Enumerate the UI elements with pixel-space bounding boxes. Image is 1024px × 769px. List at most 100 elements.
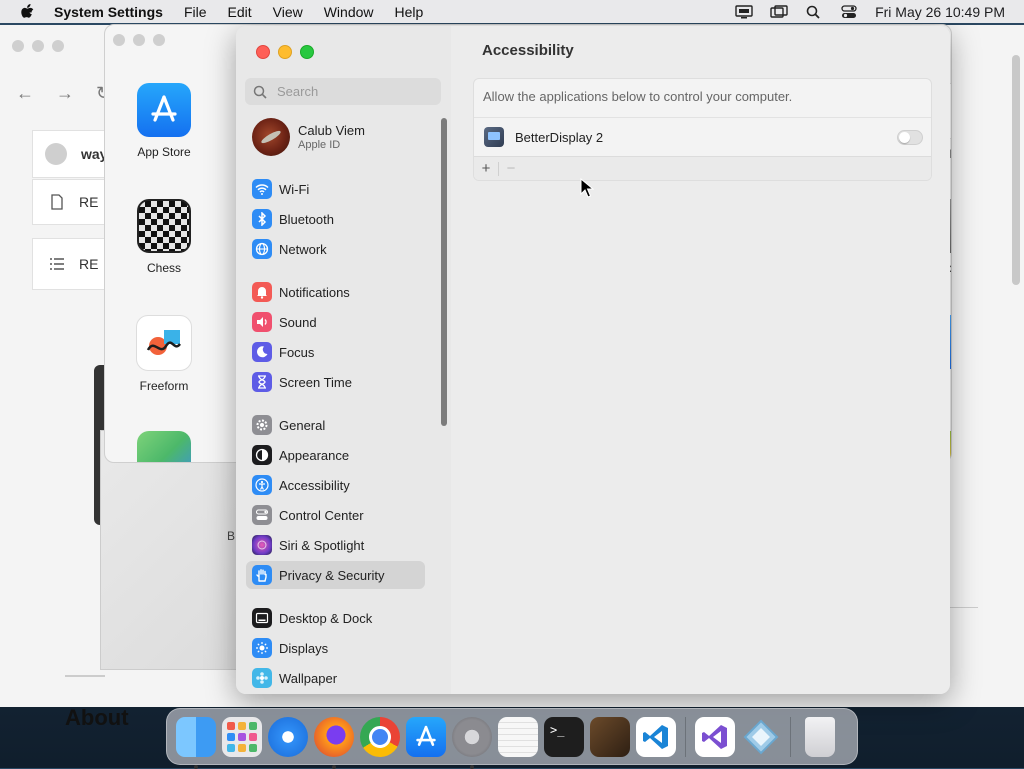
sidebar-item-control-center[interactable]: Control Center [246,501,425,529]
system-settings-window: Calub Viem Apple ID Wi-Fi Bluetooth Netw… [236,26,950,694]
wallpaper-icon [252,668,272,688]
freeform-label: Freeform [139,379,189,393]
sidebar-item-label: Displays [279,640,329,656]
page-title: Accessibility [482,42,574,59]
sidebar-scrollbar[interactable] [441,118,447,426]
maps-tile[interactable] [109,431,219,462]
sidebar-item-screen-time[interactable]: Screen Time [246,368,425,396]
window-controls [256,45,314,59]
focus-moon-icon [252,342,272,362]
sidebar-item-network[interactable]: Network [246,235,425,263]
sidebar-search[interactable] [245,78,441,105]
sidebar-item-desktop-dock[interactable]: Desktop & Dock [246,604,425,632]
screen-time-hourglass-icon [252,372,272,392]
menu-view[interactable]: View [273,4,303,20]
sidebar-item-label: Privacy & Security [279,567,385,583]
panel-description: Allow the applications below to control … [483,89,793,104]
sidebar-item-general[interactable]: General [246,411,425,439]
betterdisplay-app-icon [484,127,504,147]
chess-label: Chess [146,261,181,275]
visual-studio-icon[interactable] [695,716,735,757]
app-store-label: App Store [137,145,191,159]
chrome-icon[interactable] [360,716,400,757]
close-dot-icon[interactable] [12,40,24,52]
chess-icon [137,199,191,253]
app-name: BetterDisplay 2 [515,129,604,145]
sidebar-item-focus[interactable]: Focus [246,338,425,366]
sidebar-item-siri-spotlight[interactable]: Siri & Spotlight [246,531,425,559]
sidebar-item-label: Desktop & Dock [279,610,373,626]
menu-clock[interactable]: Fri May 26 10:49 PM [875,4,1005,20]
sidebar-item-wifi[interactable]: Wi-Fi [246,175,425,203]
garageband-icon[interactable] [590,716,630,757]
vscode-icon[interactable] [636,716,676,757]
dialog-partial-label: B [227,529,236,543]
sidebar-item-accessibility[interactable]: Accessibility [246,471,425,499]
safari-icon[interactable] [268,716,308,757]
back-arrow-icon[interactable]: ← [16,83,34,104]
finder-icon[interactable] [176,716,216,769]
sidebar-item-displays[interactable]: Displays [246,634,425,662]
forward-arrow-icon[interactable]: → [56,83,74,104]
sidebar-item-label: Wallpaper [279,670,338,686]
background-dialog: B [100,430,242,670]
sidebar-item-label: Sound [279,314,317,330]
app-store-tile[interactable]: App Store [109,83,219,159]
minimize-dot-icon[interactable] [133,34,145,46]
close-dot-icon[interactable] [113,34,125,46]
control-center-icon[interactable] [840,4,858,19]
textedit-icon[interactable] [498,716,538,757]
terminal-icon[interactable]: >_ [544,716,584,757]
sidebar-item-appearance[interactable]: Appearance [246,441,425,469]
screen-mirroring-icon[interactable] [770,4,788,19]
launchpad-icon[interactable] [222,716,262,757]
avatar [252,118,290,156]
app-store-icon[interactable] [406,716,446,757]
trash-icon[interactable] [805,716,835,757]
remove-app-button[interactable]: − [499,160,523,177]
app-permission-toggle[interactable] [897,130,923,145]
sidebar-item-wallpaper[interactable]: Wallpaper [246,664,425,692]
sidebar-item-privacy-security[interactable]: Privacy & Security [246,561,425,589]
search-input[interactable] [275,83,429,100]
system-settings-icon[interactable] [452,716,492,769]
spotlight-search-icon[interactable] [805,5,823,19]
settings-sidebar: Calub Viem Apple ID Wi-Fi Bluetooth Netw… [236,26,452,694]
document-icon [51,194,63,210]
sidebar-item-label: Accessibility [279,477,350,493]
menu-file[interactable]: File [184,4,207,20]
sidebar-item-label: Wi-Fi [279,181,310,197]
display-icon[interactable] [735,4,753,19]
sidebar-item-label: Screen Time [279,374,352,390]
list-footer: + − [474,157,931,180]
close-button-icon[interactable] [256,45,270,59]
menu-edit[interactable]: Edit [228,4,252,20]
add-app-button[interactable]: + [474,160,498,177]
privacy-hand-icon [252,565,272,585]
apple-logo-icon[interactable] [20,3,34,20]
zoom-dot-icon[interactable] [52,40,64,52]
sidebar-item-label: Siri & Spotlight [279,537,365,553]
zoom-dot-icon[interactable] [153,34,165,46]
sidebar-item-bluetooth[interactable]: Bluetooth [246,205,425,233]
list-item[interactable]: BetterDisplay 2 [474,118,931,156]
sidebar-item-label: Appearance [279,447,350,463]
sidebar-item-label: General [279,417,326,433]
sidebar-item-notifications[interactable]: Notifications [246,278,425,306]
sidebar-item-label: Focus [279,344,315,360]
apple-id-profile[interactable]: Calub Viem Apple ID [252,118,365,156]
menu-app-name[interactable]: System Settings [54,4,163,20]
firefox-icon[interactable] [314,716,354,769]
minimize-dot-icon[interactable] [32,40,44,52]
list-icon [50,258,64,270]
chess-tile[interactable]: Chess [109,199,219,275]
ppsspp-icon[interactable] [741,717,781,757]
minimize-button-icon[interactable] [278,45,292,59]
zoom-button-icon[interactable] [300,45,314,59]
sidebar-item-label: Bluetooth [279,211,334,227]
menu-help[interactable]: Help [395,4,424,20]
freeform-tile[interactable]: Freeform [109,315,219,393]
browser-scrollbar[interactable] [1012,55,1020,285]
sidebar-item-sound[interactable]: Sound [246,308,425,336]
menu-window[interactable]: Window [324,4,374,20]
